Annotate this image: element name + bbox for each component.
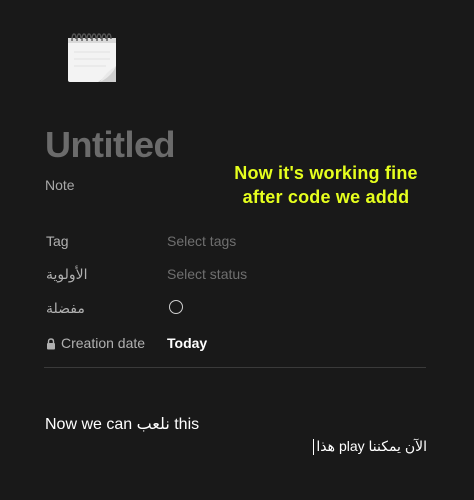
- lock-icon: [46, 337, 56, 350]
- property-row-creation-date[interactable]: Creation date Today: [44, 331, 424, 357]
- property-value-priority[interactable]: Select status: [167, 266, 247, 282]
- property-row-priority[interactable]: الأولوية Select status: [44, 262, 424, 288]
- property-value-creation-date: Today: [167, 335, 208, 351]
- property-name-creation-date-wrap[interactable]: Creation date: [46, 335, 145, 351]
- property-row-favorite[interactable]: مفضلة: [44, 296, 424, 322]
- overlay-line-2: after code we addd: [242, 187, 410, 207]
- content-line-2[interactable]: الآن يمكننا play هذا: [313, 438, 427, 456]
- overlay-annotation: Now it's working fine after code we addd: [200, 161, 452, 209]
- content-line-2-text: الآن يمكننا play هذا: [316, 438, 427, 454]
- favorite-checkbox[interactable]: [169, 300, 183, 314]
- properties-divider: [44, 367, 426, 368]
- property-name-creation-date: Creation date: [61, 335, 146, 351]
- property-name-tag[interactable]: Tag: [46, 233, 69, 249]
- page-title[interactable]: Untitled: [45, 124, 175, 166]
- property-value-tag[interactable]: Select tags: [167, 233, 236, 249]
- content-line-1[interactable]: Now we can نلعب this: [45, 414, 199, 434]
- property-row-tag[interactable]: Tag Select tags: [44, 229, 424, 255]
- overlay-line-1: Now it's working fine: [234, 163, 418, 183]
- property-name-favorite[interactable]: مفضلة: [46, 300, 85, 317]
- property-name-priority[interactable]: الأولوية: [46, 266, 88, 283]
- text-cursor: [313, 439, 315, 456]
- database-label: Note: [45, 177, 75, 193]
- notepad-icon[interactable]: [66, 28, 120, 84]
